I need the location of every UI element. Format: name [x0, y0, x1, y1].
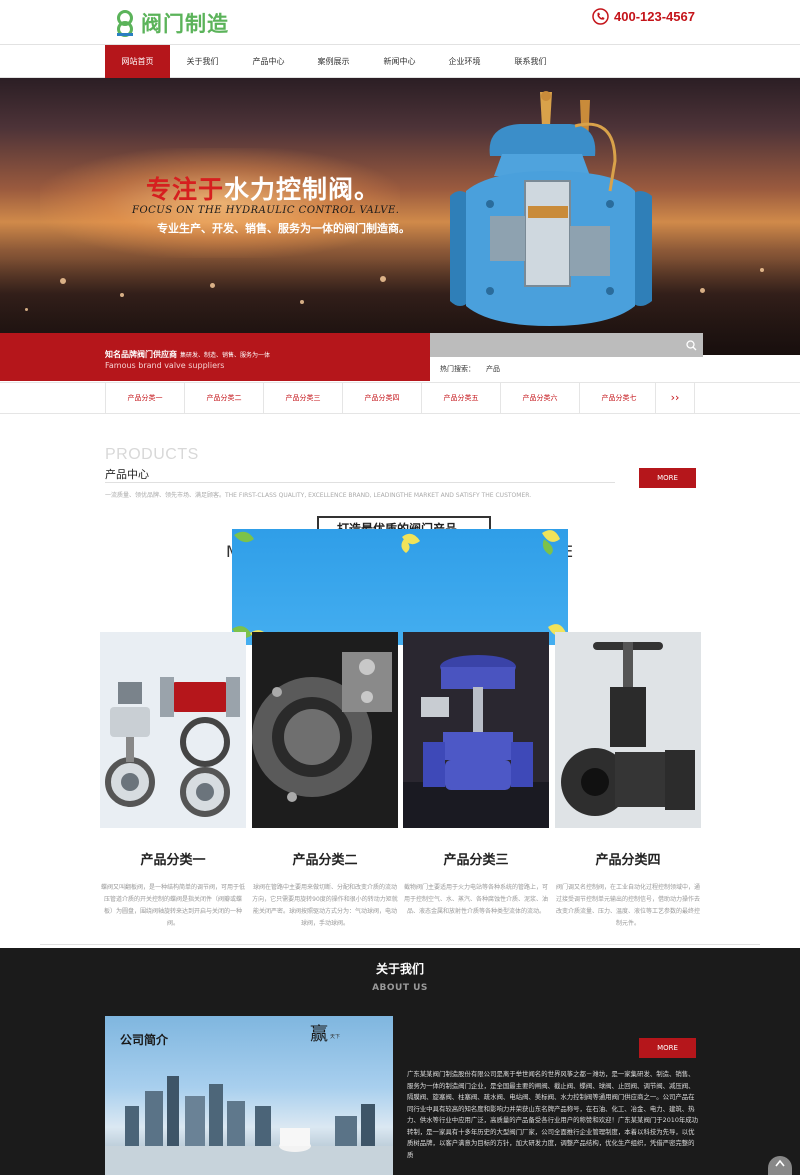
butterfly-valve-image — [100, 632, 246, 828]
category-next-button[interactable]: ›› — [655, 383, 695, 414]
water-splash — [25, 308, 28, 311]
product-desc-3: 截物阀门主要适用于火力电站等各种系统的管路上，可用于控制空气、水、蒸汽、各种腐蚀… — [403, 884, 548, 915]
hot-search-label: 热门搜索： — [440, 365, 475, 373]
logo-text: 阀门制造 — [141, 12, 229, 36]
water-splash — [60, 278, 66, 284]
category-tab-4[interactable]: 产品分类四 — [342, 383, 421, 414]
water-splash — [380, 276, 386, 282]
nav-item-contact[interactable]: 联系我们 — [498, 45, 563, 78]
about-image-title: 公司简介 — [120, 1033, 169, 1047]
product-title-3[interactable]: 产品分类三 — [403, 849, 549, 868]
banner-title: 专注于水力控制阀。 — [146, 170, 380, 206]
phone-icon — [592, 8, 609, 25]
search-box — [430, 333, 703, 357]
product-title-4[interactable]: 产品分类四 — [555, 849, 701, 868]
banner-title-highlight: 专注于 — [146, 175, 225, 204]
nav-item-environment[interactable]: 企业环境 — [432, 45, 497, 78]
product-image-3[interactable] — [403, 632, 549, 828]
about-description: 广东某某阀门制造股份有限公司是离于举世闻名的世界风筝之都－潍坊，是一家集研发、制… — [407, 1070, 699, 1159]
nav-item-home[interactable]: 网站首页 — [105, 45, 170, 78]
water-splash — [760, 268, 764, 272]
about-heading-cn: 关于我们 — [375, 962, 424, 976]
product-desc-1: 蝶阀又叫翻板阀，是一种结构简单的调节阀，可用于低压管道介质的开关控制的蝶阀是指关… — [100, 884, 245, 927]
products-heading-en: PRODUCTS — [105, 446, 199, 463]
tagline-en: Famous brand valve suppliers — [105, 361, 225, 370]
water-splash — [120, 293, 124, 297]
category-tab-7[interactable]: 产品分类七 — [579, 383, 658, 414]
ball-valve-image — [252, 632, 398, 828]
phone-contact: 400-123-4567 — [592, 8, 695, 25]
site-logo[interactable]: 阀门制造 — [113, 7, 241, 39]
banner-title-main: 水力控制阀。 — [224, 175, 381, 204]
hero-banner: 专注于水力控制阀。 FOCUS ON THE HYDRAULIC CONTROL… — [0, 78, 800, 355]
products-divider — [105, 482, 615, 483]
product-image-2[interactable] — [252, 632, 398, 828]
product-image-1[interactable] — [100, 632, 246, 828]
tagline-cn-small: 集研发、制造、销售、服务为一体 — [180, 352, 271, 359]
tagline-cn-main: 知名品牌阀门供应商 — [105, 350, 177, 359]
banner-description: 专业生产、开发、销售、服务为一体的阀门制造商。 — [157, 222, 410, 235]
search-input[interactable] — [430, 333, 675, 357]
nav-item-news[interactable]: 新闻中心 — [367, 45, 432, 78]
chevron-up-icon — [775, 1159, 785, 1167]
banner-subtitle-en: FOCUS ON THE HYDRAULIC CONTROL VALVE. — [132, 205, 400, 216]
main-nav: 网站首页 关于我们 产品中心 案例展示 新闻中心 企业环境 联系我们 — [0, 44, 800, 78]
globe-valve-image — [555, 632, 701, 828]
about-image-word: 赢 — [310, 1024, 328, 1045]
category-tab-1[interactable]: 产品分类一 — [105, 383, 184, 414]
scroll-top-button[interactable] — [768, 1156, 792, 1175]
phone-number: 400-123-4567 — [614, 9, 695, 24]
water-splash — [210, 283, 215, 288]
hot-search-link[interactable]: 产品 — [486, 364, 500, 374]
nav-item-cases[interactable]: 案例展示 — [301, 45, 366, 78]
product-desc-4: 阀门调又名控制阀，在工业自动化过程控制领域中，通过接受调节控制单元输出的控制信号… — [555, 884, 700, 927]
product-title-1[interactable]: 产品分类一 — [100, 849, 246, 868]
nav-item-about[interactable]: 关于我们 — [170, 45, 235, 78]
about-image-small: 天下 — [330, 1034, 341, 1040]
products-bottom-divider — [40, 944, 760, 945]
water-splash — [700, 288, 705, 293]
control-valve-image — [403, 632, 549, 828]
product-image-4[interactable] — [555, 632, 701, 828]
nav-item-products[interactable]: 产品中心 — [236, 45, 301, 78]
category-tab-5[interactable]: 产品分类五 — [421, 383, 500, 414]
water-splash — [300, 300, 304, 304]
search-button[interactable] — [679, 333, 703, 357]
search-icon — [685, 339, 696, 350]
floating-ad-popup[interactable] — [232, 529, 568, 645]
products-more-button[interactable]: MORE — [639, 468, 696, 488]
site-header: 阀门制造 400-123-4567 — [0, 0, 800, 44]
category-bar: 产品分类一 产品分类二 产品分类三 产品分类四 产品分类五 产品分类六 产品分类… — [0, 382, 800, 414]
products-slogan: 一流质量、领优品牌、领先市场、满足顾客。THE FIRST-CLASS QUAL… — [105, 492, 532, 499]
valve-illustration — [450, 91, 652, 326]
about-heading-en: ABOUT US — [372, 983, 428, 993]
category-tab-2[interactable]: 产品分类二 — [184, 383, 263, 414]
category-tab-6[interactable]: 产品分类六 — [500, 383, 579, 414]
category-tab-3[interactable]: 产品分类三 — [263, 383, 342, 414]
tagline-cn: 知名品牌阀门供应商 集研发、制造、销售、服务为一体 — [105, 349, 270, 360]
product-title-2[interactable]: 产品分类二 — [252, 849, 398, 868]
about-more-button[interactable]: MORE — [639, 1038, 696, 1058]
leaf-decoration — [232, 530, 566, 643]
products-heading-cn: 产品中心 — [105, 468, 149, 481]
product-desc-2: 球阀在管路中主要用来做切断、分配和改变介质的流动方向，它只需要用旋转90度的操作… — [252, 884, 398, 927]
tagline-panel: 知名品牌阀门供应商 集研发、制造、销售、服务为一体 Famous brand va… — [0, 333, 430, 381]
logo-icon — [117, 10, 133, 37]
